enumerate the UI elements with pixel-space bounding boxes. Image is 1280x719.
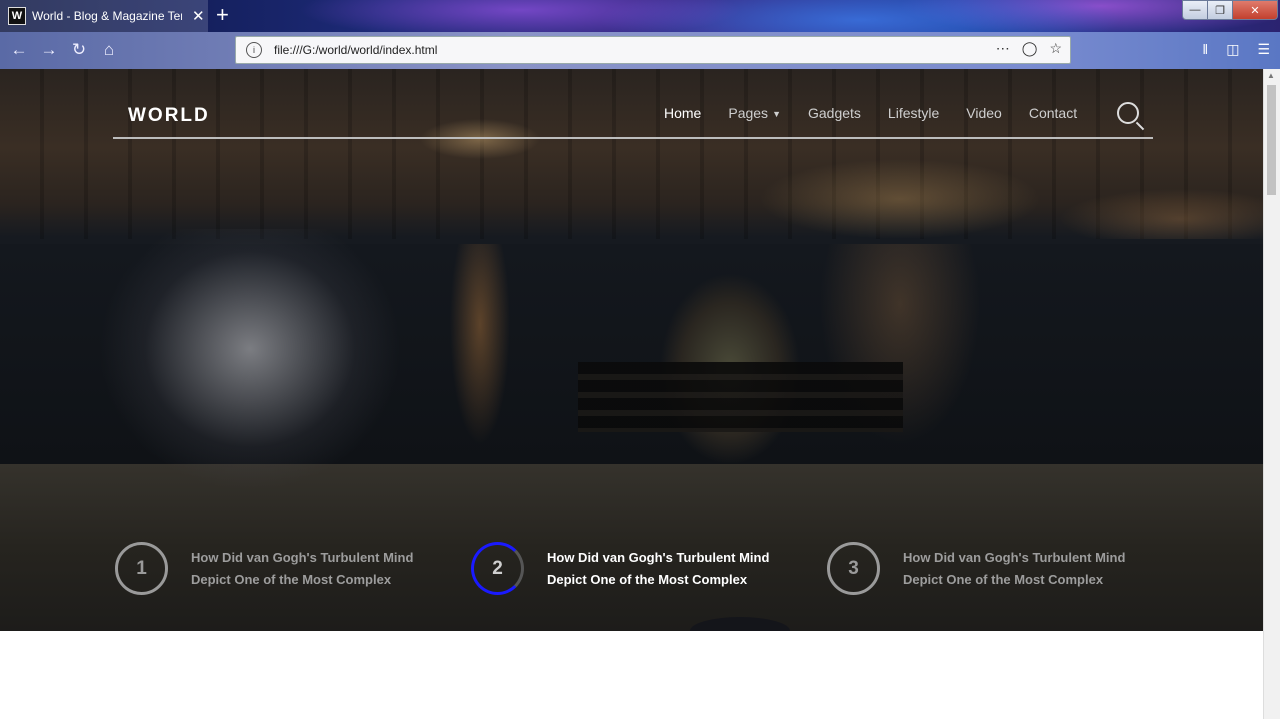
site-favicon-icon: W — [8, 7, 26, 25]
menu-item-contact[interactable]: Contact — [1029, 105, 1077, 121]
slide-title-line: Depict One of the Most Complex — [191, 572, 392, 587]
site-logo[interactable]: WORLD — [128, 105, 210, 127]
slide-number: 1 — [115, 542, 168, 595]
window-minimize-button[interactable]: — — [1182, 0, 1208, 20]
browser-tab[interactable]: W World - Blog & Magazine Tem ✕ — [0, 0, 208, 32]
menu-item-pages-label: Pages — [728, 105, 769, 121]
site-header: WORLD Home Pages ▼ Gadgets Lifestyle Vide… — [113, 99, 1153, 139]
page-actions-icon[interactable]: ⋯ — [996, 40, 1010, 57]
slide-title: How Did van Gogh's Turbulent Mind Depict… — [547, 547, 797, 591]
new-tab-button[interactable]: + — [216, 2, 229, 28]
slide-title-line: Depict One of the Most Complex — [903, 572, 1104, 587]
browser-titlebar: W World - Blog & Magazine Tem ✕ + — ❐ ✕ — [0, 0, 1280, 32]
slide-title-line: Depict One of the Most Complex — [547, 572, 748, 587]
hero-slider: WORLD Home Pages ▼ Gadgets Lifestyle Vide… — [0, 69, 1264, 631]
home-icon[interactable]: ⌂ — [98, 40, 120, 60]
back-icon[interactable]: ← — [8, 40, 30, 60]
hero-background-buildings — [0, 69, 1264, 239]
menu-icon[interactable]: ☰ — [1257, 41, 1270, 58]
address-bar[interactable]: i file:///G:/world/world/index.html ⋯ ◯ … — [235, 36, 1071, 64]
scroll-up-icon[interactable]: ▲ — [1267, 71, 1275, 80]
slide-title-line: How Did van Gogh's Turbulent Mind — [903, 550, 1126, 565]
slide-title: How Did van Gogh's Turbulent Mind Depict… — [191, 547, 441, 591]
window-restore-button[interactable]: ❐ — [1207, 0, 1233, 20]
page-viewport: WORLD Home Pages ▼ Gadgets Lifestyle Vide… — [0, 69, 1264, 719]
slide-number: 3 — [827, 542, 880, 595]
pocket-icon[interactable]: ◯ — [1022, 40, 1038, 57]
reload-icon[interactable]: ↻ — [68, 40, 90, 60]
menu-item-lifestyle[interactable]: Lifestyle — [888, 105, 939, 121]
window-close-button[interactable]: ✕ — [1232, 0, 1278, 20]
header-divider — [113, 137, 1153, 139]
menu-item-home[interactable]: Home — [664, 105, 701, 121]
hero-background-bench — [578, 362, 903, 432]
tab-title: World - Blog & Magazine Tem — [32, 9, 182, 23]
menu-item-pages[interactable]: Pages ▼ — [728, 105, 781, 121]
browser-navbar: ← → ↻ ⌂ i file:///G:/world/world/index.h… — [0, 32, 1280, 69]
scrollbar-thumb[interactable] — [1267, 85, 1276, 195]
menu-item-video[interactable]: Video — [966, 105, 1002, 121]
tab-close-icon[interactable]: ✕ — [192, 7, 205, 25]
bookmark-star-icon[interactable]: ☆ — [1049, 40, 1062, 57]
site-info-icon[interactable]: i — [246, 42, 262, 58]
library-icon[interactable]: ‖ — [1202, 41, 1208, 58]
slide-title-line: How Did van Gogh's Turbulent Mind — [191, 550, 414, 565]
url-text[interactable]: file:///G:/world/world/index.html — [274, 43, 437, 57]
forward-icon[interactable]: → — [38, 40, 60, 60]
chevron-down-icon: ▼ — [772, 109, 781, 120]
hero-background-stall — [100, 229, 400, 509]
slide-number: 2 — [471, 542, 524, 595]
search-icon[interactable] — [1117, 102, 1139, 124]
slide-title: How Did van Gogh's Turbulent Mind Depict… — [903, 547, 1153, 591]
slide-navigation: 1 How Did van Gogh's Turbulent Mind Depi… — [115, 542, 1155, 597]
menu-item-gadgets[interactable]: Gadgets — [808, 105, 861, 121]
slide-title-line: How Did van Gogh's Turbulent Mind — [547, 550, 770, 565]
sidebar-icon[interactable]: ◫ — [1226, 41, 1239, 58]
page-scrollbar[interactable]: ▲ — [1263, 69, 1280, 719]
main-menu: Home Pages ▼ Gadgets Lifestyle Video Cont… — [664, 105, 1104, 121]
